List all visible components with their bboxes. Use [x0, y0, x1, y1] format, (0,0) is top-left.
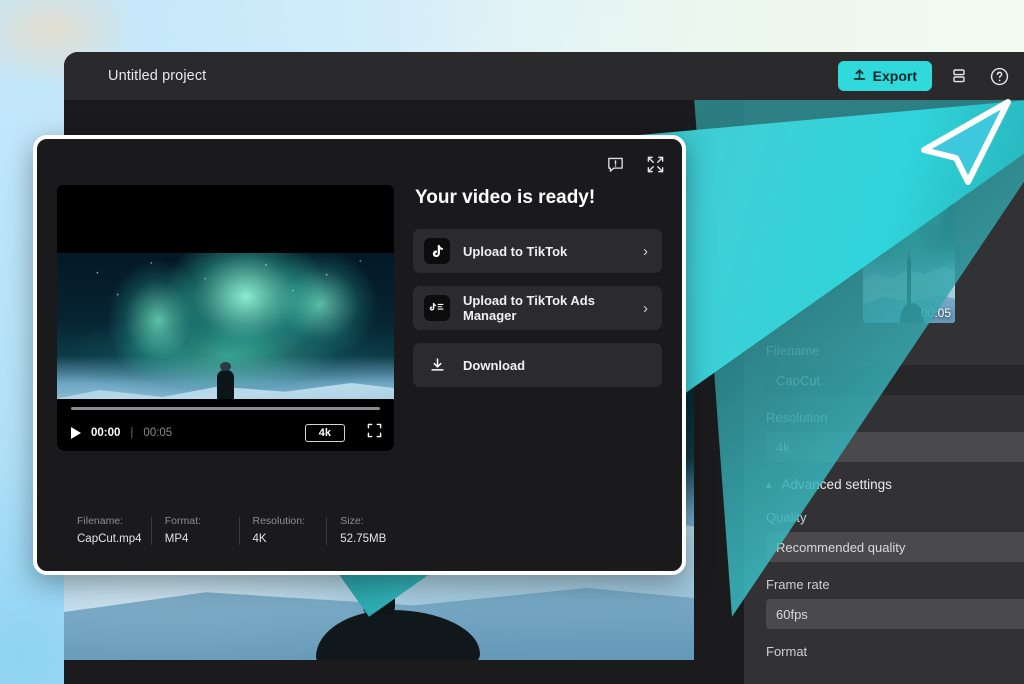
meta-key: Format:: [165, 515, 231, 527]
tiktok-icon: [424, 238, 450, 264]
modal-heading: Your video is ready!: [415, 187, 662, 209]
file-metadata: Filename: CapCut.mp4 Format: MP4 Resolut…: [77, 515, 414, 545]
chevron-right-icon: ›: [643, 301, 648, 316]
letterbox: [57, 185, 394, 253]
fullscreen-icon[interactable]: [367, 423, 382, 443]
export-panel-header: Export: [766, 118, 1024, 148]
action-label: Upload to TikTok Ads Manager: [463, 293, 643, 323]
framerate-value: 60fps: [776, 607, 808, 622]
aurora-artwork-thumb: [863, 160, 955, 323]
meta-value: MP4: [165, 533, 231, 545]
filename-label: Filename: [766, 343, 1024, 358]
modal-preview-column: 00:00 | 00:05 4k Filename:: [57, 185, 394, 451]
player-controls-bar: 00:00 | 00:05 4k: [57, 399, 394, 451]
upload-icon: [853, 68, 866, 84]
chevron-up-icon: ▴: [766, 478, 772, 491]
current-time: 00:00: [91, 427, 120, 439]
meta-item: Resolution: 4K: [239, 515, 327, 545]
time-separator: |: [130, 427, 133, 439]
upload-to-tiktok-ads-manager-button[interactable]: Upload to TikTok Ads Manager ›: [413, 286, 662, 330]
advanced-settings-label: Advanced settings: [782, 477, 892, 492]
meta-key: Size:: [340, 515, 406, 527]
meta-item: Filename: CapCut.mp4: [77, 515, 151, 545]
meta-item: Size: 52.75MB: [326, 515, 414, 545]
export-button-label: Export: [873, 68, 917, 84]
meta-value: 4K: [253, 533, 319, 545]
action-label: Download: [463, 358, 525, 373]
download-button[interactable]: Download: [413, 343, 662, 387]
quality-select[interactable]: Recommended quality ▾: [766, 532, 1024, 562]
upload-to-tiktok-button[interactable]: Upload to TikTok ›: [413, 229, 662, 273]
top-bar: Untitled project Export: [64, 52, 1024, 100]
filename-value: CapCut: [776, 373, 820, 388]
meta-key: Resolution:: [253, 515, 319, 527]
framerate-label: Frame rate: [766, 577, 1024, 592]
meta-item: Format: MP4: [151, 515, 239, 545]
quality-label: Quality: [766, 510, 1024, 525]
stars: [863, 160, 955, 242]
layers-icon[interactable]: [946, 63, 972, 89]
filename-input[interactable]: CapCut: [766, 365, 1024, 395]
download-icon: [424, 352, 450, 378]
person-silhouette: [907, 256, 912, 305]
video-player: 00:00 | 00:05 4k: [57, 185, 394, 451]
resolution-label: Resolution: [766, 410, 1024, 425]
collapse-icon[interactable]: [644, 153, 666, 175]
feedback-icon[interactable]: [604, 153, 626, 175]
chevron-right-icon: ›: [643, 244, 648, 259]
export-panel: Export 00:05 Filename: [744, 100, 1024, 684]
advanced-settings-toggle[interactable]: ▴ Advanced settings: [766, 477, 1024, 492]
action-label: Upload to TikTok: [463, 244, 567, 259]
meta-key: Filename:: [77, 515, 143, 527]
modal-actions-column: Your video is ready! Upload to TikTok ›: [413, 185, 662, 400]
export-panel-title: Export: [766, 123, 815, 143]
page-title: Untitled project: [108, 68, 206, 84]
stars: [57, 253, 394, 352]
export-thumbnail: 00:05: [863, 160, 955, 323]
export-thumbnail-wrap: 00:05: [766, 160, 1024, 323]
quality-value: Recommended quality: [776, 540, 905, 555]
total-time: 00:05: [143, 427, 172, 439]
thumbnail-duration: 00:05: [921, 306, 951, 320]
progress-scrubber[interactable]: [71, 407, 380, 410]
quality-badge[interactable]: 4k: [305, 424, 345, 442]
modal-tools: [604, 153, 666, 175]
help-icon[interactable]: [986, 63, 1012, 89]
top-bar-actions: Export: [838, 61, 1024, 91]
export-button[interactable]: Export: [838, 61, 932, 91]
tiktok-ads-icon: [424, 295, 450, 321]
video-ready-modal: 00:00 | 00:05 4k Filename:: [33, 135, 686, 575]
meta-value: 52.75MB: [340, 533, 406, 545]
play-icon[interactable]: [71, 427, 81, 439]
player-controls: 00:00 | 00:05 4k: [71, 421, 382, 445]
meta-value: CapCut.mp4: [77, 533, 143, 545]
framerate-select[interactable]: 60fps ▾: [766, 599, 1024, 629]
resolution-select[interactable]: 4k ▾: [766, 432, 1024, 462]
format-label: Format: [766, 644, 1024, 659]
screen: Export 00:05 Filename: [0, 0, 1024, 684]
resolution-value: 4k: [776, 440, 790, 455]
